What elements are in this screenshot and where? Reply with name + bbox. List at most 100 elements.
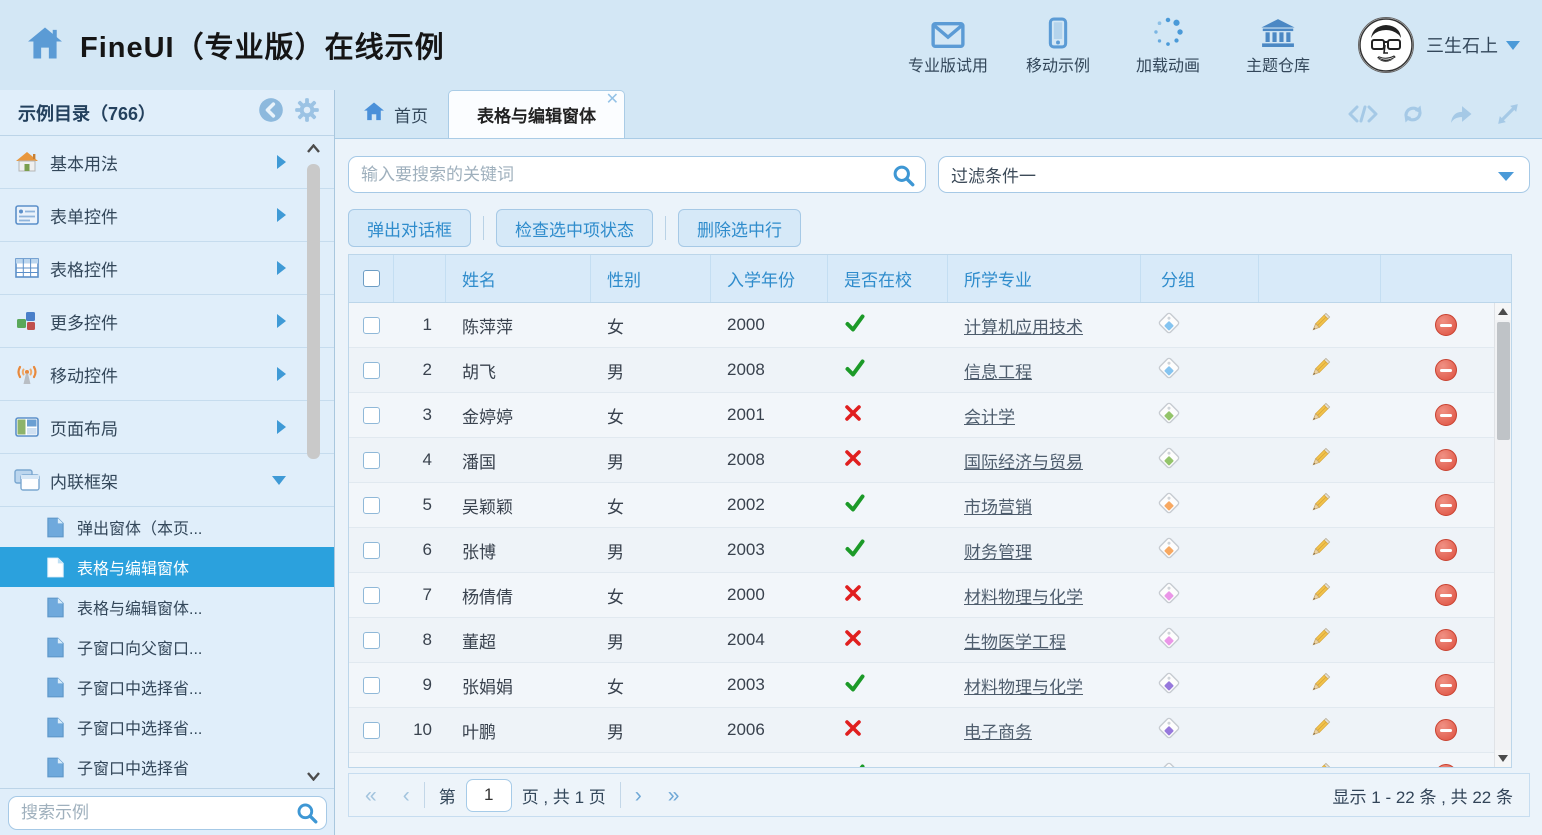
major-link[interactable]: 计算机应用技术 [964, 313, 1083, 338]
next-page-icon[interactable]: › [635, 785, 642, 806]
scroll-up-icon[interactable] [306, 140, 321, 156]
col-group[interactable]: 分组 [1141, 255, 1259, 302]
sidebar-subitem[interactable]: 子窗口向父窗口... [0, 627, 334, 667]
table-row[interactable]: 8 董超 男 2004 生物医学工程 [349, 618, 1511, 663]
sidebar-subitem[interactable]: 表格与编辑窗体... [0, 587, 334, 627]
delete-icon[interactable] [1435, 719, 1457, 741]
delete-icon[interactable] [1435, 404, 1457, 426]
sidebar-group[interactable]: 基本用法 [0, 136, 334, 189]
row-checkbox[interactable] [363, 722, 380, 739]
table-row[interactable]: 9 张娟娟 女 2003 材料物理与化学 [349, 663, 1511, 708]
row-checkbox[interactable] [363, 767, 380, 768]
header-action-mobile[interactable]: 移动示例 [1012, 15, 1104, 76]
major-link[interactable]: 信息工程 [964, 358, 1032, 383]
col-major[interactable]: 所学专业 [948, 255, 1141, 302]
delete-icon[interactable] [1435, 314, 1457, 336]
row-checkbox[interactable] [363, 587, 380, 604]
page-number-input[interactable] [466, 779, 512, 812]
edit-icon[interactable] [1308, 581, 1332, 610]
row-checkbox[interactable] [363, 497, 380, 514]
major-link[interactable]: 电子商务 [964, 718, 1032, 743]
table-row[interactable]: 11 叶晓晓 女 2002 管理科学 [349, 753, 1511, 767]
delete-icon[interactable] [1435, 674, 1457, 696]
delete-icon[interactable] [1435, 449, 1457, 471]
delete-icon[interactable] [1435, 629, 1457, 651]
share-icon[interactable] [1448, 103, 1474, 125]
table-row[interactable]: 6 张博 男 2003 财务管理 [349, 528, 1511, 573]
sidebar-search-input[interactable] [8, 796, 327, 830]
select-all-checkbox[interactable] [363, 270, 380, 287]
delete-icon[interactable] [1435, 494, 1457, 516]
sidebar-group[interactable]: 页面布局 [0, 401, 334, 454]
delete-icon[interactable] [1435, 359, 1457, 381]
sidebar-group[interactable]: 表格控件 [0, 242, 334, 295]
col-gender[interactable]: 性别 [591, 255, 711, 302]
grid-scroll-thumb[interactable] [1497, 322, 1510, 440]
scroll-down-icon[interactable] [306, 768, 321, 784]
major-link[interactable]: 材料物理与化学 [964, 583, 1083, 608]
sidebar-subitem[interactable]: 弹出窗体（本页... [0, 507, 334, 547]
major-link[interactable]: 生物医学工程 [964, 628, 1066, 653]
row-checkbox[interactable] [363, 362, 380, 379]
tab-home[interactable]: 首页 [343, 90, 448, 138]
edit-icon[interactable] [1308, 536, 1332, 565]
filter-dropdown[interactable]: 过滤条件一 [938, 156, 1530, 193]
edit-icon[interactable] [1308, 446, 1332, 475]
edit-icon[interactable] [1308, 491, 1332, 520]
table-row[interactable]: 4 潘国 男 2008 国际经济与贸易 [349, 438, 1511, 483]
sidebar-scroll-thumb[interactable] [307, 164, 320, 459]
search-icon[interactable] [892, 164, 915, 192]
collapse-sidebar-icon[interactable] [258, 97, 284, 128]
check-selection-button[interactable]: 检查选中项状态 [496, 209, 653, 247]
table-row[interactable]: 5 吴颖颖 女 2002 市场营销 [349, 483, 1511, 528]
edit-icon[interactable] [1308, 401, 1332, 430]
sidebar-scrollbar[interactable] [306, 140, 321, 784]
major-link[interactable]: 管理科学 [964, 763, 1032, 768]
scroll-down-icon[interactable] [1495, 750, 1511, 767]
code-icon[interactable] [1348, 103, 1378, 125]
table-row[interactable]: 1 陈萍萍 女 2000 计算机应用技术 [349, 303, 1511, 348]
sidebar-subitem[interactable]: 子窗口中选择省 [0, 747, 334, 787]
sidebar-group[interactable]: 内联框架 [0, 454, 334, 507]
delete-rows-button[interactable]: 删除选中行 [678, 209, 801, 247]
open-dialog-button[interactable]: 弹出对话框 [348, 209, 471, 247]
username[interactable]: 三生石上 [1426, 32, 1498, 58]
sidebar-subitem[interactable]: 子窗口中选择省... [0, 707, 334, 747]
user-caret-down-icon[interactable] [1506, 41, 1520, 50]
last-page-icon[interactable]: » [668, 785, 680, 806]
major-link[interactable]: 国际经济与贸易 [964, 448, 1083, 473]
row-checkbox[interactable] [363, 677, 380, 694]
sidebar-group[interactable]: 移动控件 [0, 348, 334, 401]
prev-page-icon[interactable]: ‹ [403, 785, 410, 806]
major-link[interactable]: 市场营销 [964, 493, 1032, 518]
table-row[interactable]: 7 杨倩倩 女 2000 材料物理与化学 [349, 573, 1511, 618]
first-page-icon[interactable]: « [365, 785, 377, 806]
header-action-loading[interactable]: 加载动画 [1122, 15, 1214, 76]
major-link[interactable]: 会计学 [964, 403, 1015, 428]
grid-scrollbar[interactable] [1494, 303, 1511, 767]
row-checkbox[interactable] [363, 407, 380, 424]
row-checkbox[interactable] [363, 452, 380, 469]
sidebar-subitem[interactable]: 表格与编辑窗体 [0, 547, 334, 587]
sidebar-subitem[interactable]: 子窗口中选择省... [0, 667, 334, 707]
edit-icon[interactable] [1308, 356, 1332, 385]
table-row[interactable]: 10 叶鹏 男 2006 电子商务 [349, 708, 1511, 753]
delete-icon[interactable] [1435, 764, 1457, 767]
close-tab-icon[interactable]: ✕ [606, 92, 619, 108]
tab-grid-edit-window[interactable]: 表格与编辑窗体 ✕ [448, 90, 625, 138]
edit-icon[interactable] [1308, 311, 1332, 340]
keyword-search-input[interactable] [348, 156, 926, 193]
col-in-school[interactable]: 是否在校 [828, 255, 948, 302]
fullscreen-icon[interactable] [1496, 102, 1520, 126]
edit-icon[interactable] [1308, 626, 1332, 655]
delete-icon[interactable] [1435, 584, 1457, 606]
search-icon[interactable] [296, 802, 318, 829]
edit-icon[interactable] [1308, 716, 1332, 745]
major-link[interactable]: 财务管理 [964, 538, 1032, 563]
edit-icon[interactable] [1308, 761, 1332, 768]
col-year[interactable]: 入学年份 [711, 255, 828, 302]
header-action-trial[interactable]: 专业版试用 [902, 15, 994, 76]
header-action-themes[interactable]: 主题仓库 [1232, 15, 1324, 76]
row-checkbox[interactable] [363, 542, 380, 559]
major-link[interactable]: 材料物理与化学 [964, 673, 1083, 698]
